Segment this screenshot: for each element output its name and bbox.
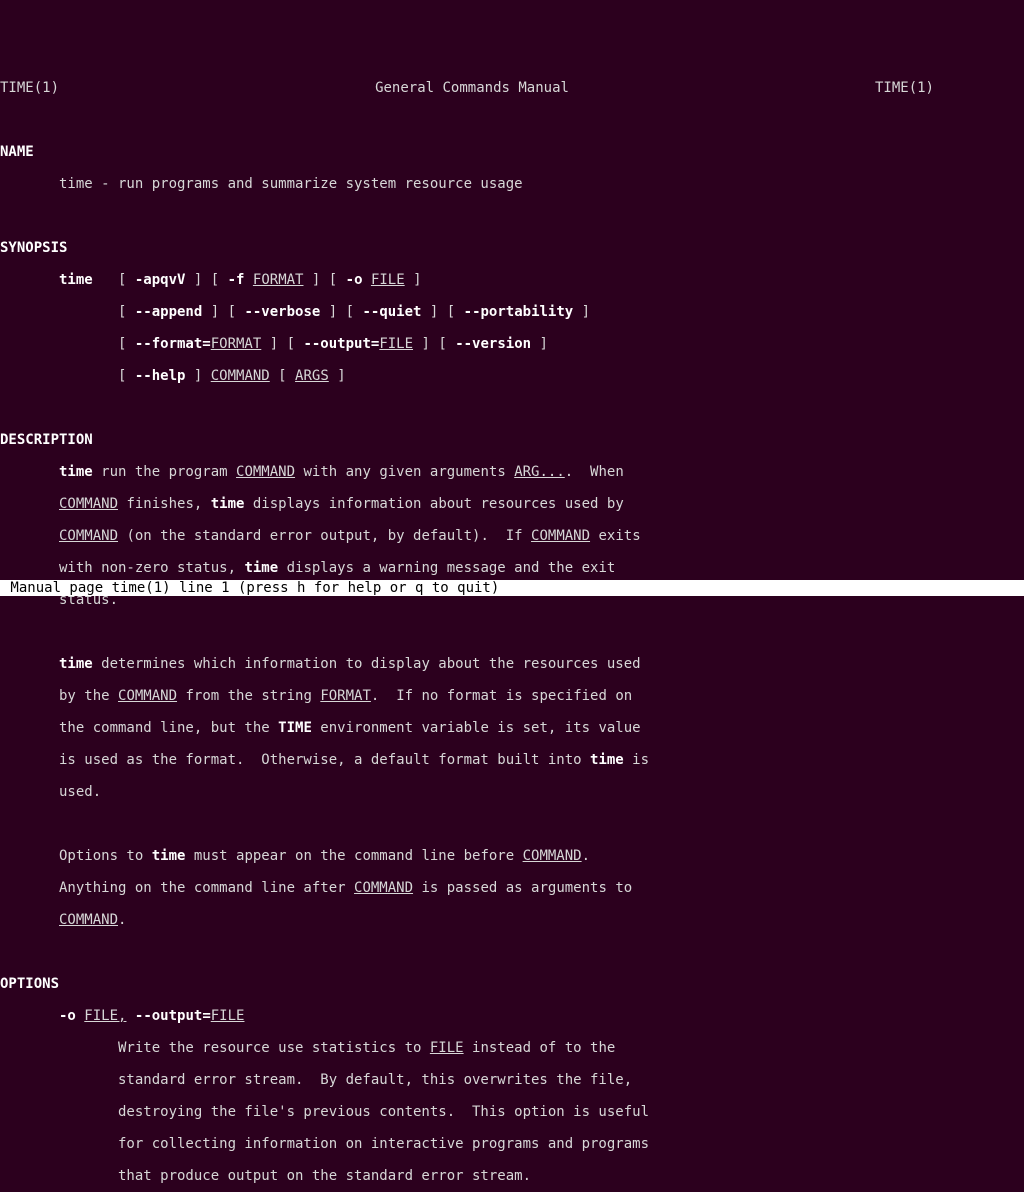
synopsis-line-2: [ --append ] [ --verbose ] [ --quiet ] [… [0, 304, 1024, 320]
desc-line: COMMAND finishes, time displays informat… [0, 496, 1024, 512]
section-description: DESCRIPTION [0, 432, 1024, 448]
synopsis-line-4: [ --help ] COMMAND [ ARGS ] [0, 368, 1024, 384]
option-desc-line: Write the resource use statistics to FIL… [0, 1040, 1024, 1056]
section-synopsis: SYNOPSIS [0, 240, 1024, 256]
desc-line: used. [0, 784, 1024, 800]
header-center: General Commands Manual [59, 80, 875, 96]
manpage-content: TIME(1)General Commands ManualTIME(1) NA… [0, 64, 1024, 1192]
synopsis-line-1: time [ -apqvV ] [ -f FORMAT ] [ -o FILE … [0, 272, 1024, 288]
desc-line: time run the program COMMAND with any gi… [0, 464, 1024, 480]
desc-line: by the COMMAND from the string FORMAT. I… [0, 688, 1024, 704]
header-left: TIME(1) [0, 80, 59, 96]
desc-line: is used as the format. Otherwise, a defa… [0, 752, 1024, 768]
pager-status-bar[interactable]: Manual page time(1) line 1 (press h for … [0, 580, 1024, 596]
desc-line: Anything on the command line after COMMA… [0, 880, 1024, 896]
desc-line: COMMAND. [0, 912, 1024, 928]
desc-line: COMMAND (on the standard error output, b… [0, 528, 1024, 544]
section-options: OPTIONS [0, 976, 1024, 992]
synopsis-line-3: [ --format=FORMAT ] [ --output=FILE ] [ … [0, 336, 1024, 352]
option-desc-line: that produce output on the standard erro… [0, 1168, 1024, 1184]
desc-line: the command line, but the TIME environme… [0, 720, 1024, 736]
section-name: NAME [0, 144, 1024, 160]
option-desc-line: for collecting information on interactiv… [0, 1136, 1024, 1152]
desc-line: with non-zero status, time displays a wa… [0, 560, 1024, 576]
manpage-header: TIME(1)General Commands ManualTIME(1) [0, 80, 1024, 96]
name-line: time - run programs and summarize system… [0, 176, 1024, 192]
header-right: TIME(1) [875, 80, 1024, 96]
option-desc-line: destroying the file's previous contents.… [0, 1104, 1024, 1120]
desc-line: Options to time must appear on the comma… [0, 848, 1024, 864]
option-desc-line: standard error stream. By default, this … [0, 1072, 1024, 1088]
desc-line: time determines which information to dis… [0, 656, 1024, 672]
option-header: -o FILE, --output=FILE [0, 1008, 1024, 1024]
